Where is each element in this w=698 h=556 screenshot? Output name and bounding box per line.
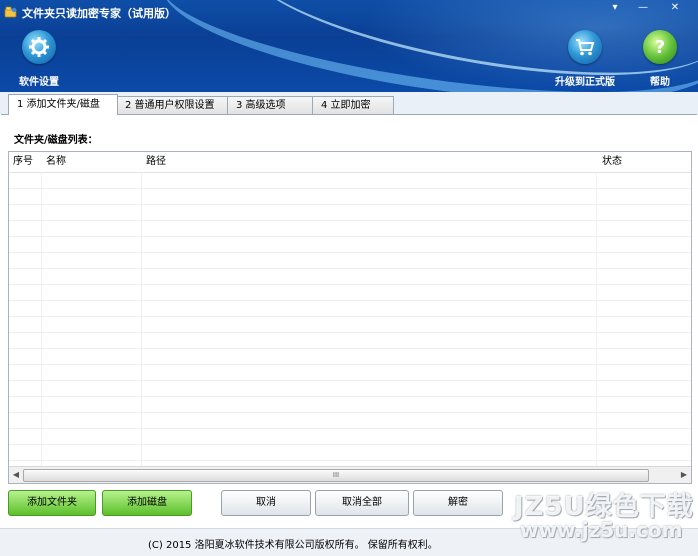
row-separator	[9, 444, 691, 445]
copyright-text: (C) 2015 洛阳夏冰软件技术有限公司版权所有。 保留所有权利。	[148, 540, 438, 551]
row-separator	[9, 380, 691, 381]
scroll-thumb[interactable]: III	[23, 469, 649, 482]
row-separator	[9, 284, 691, 285]
row-separator	[9, 364, 691, 365]
row-separator	[9, 316, 691, 317]
row-separator	[9, 268, 691, 269]
column-divider	[41, 172, 42, 466]
tab-encrypt-now[interactable]: 4 立即加密	[312, 96, 394, 114]
site-watermark: JZ5U绿色下载 www.jz5u.com	[514, 486, 694, 546]
row-separator	[9, 348, 691, 349]
horizontal-scrollbar[interactable]: ◀ III ▶	[9, 466, 691, 483]
column-divider	[141, 172, 142, 466]
row-separator	[9, 252, 691, 253]
table-header: 序号 名称 路径 状态	[9, 152, 691, 173]
row-separator	[9, 220, 691, 221]
decrypt-button[interactable]: 解密	[413, 490, 503, 516]
tab-user-permissions[interactable]: 2 普通用户权限设置	[116, 96, 232, 114]
list-title: 文件夹/磁盘列表：	[14, 135, 98, 146]
shopping-cart-icon	[568, 30, 602, 64]
dropdown-icon[interactable]: ▾	[606, 0, 624, 16]
row-separator	[9, 332, 691, 333]
app-logo-icon	[4, 6, 17, 18]
row-separator	[9, 300, 691, 301]
settings-button[interactable]: 软件设置	[14, 30, 64, 88]
column-header-index[interactable]: 序号	[9, 152, 41, 172]
help-icon: ?	[643, 30, 677, 64]
help-label: 帮助	[650, 77, 670, 88]
upgrade-button[interactable]: 升级到正式版	[552, 30, 618, 88]
row-separator	[9, 396, 691, 397]
add-disk-button[interactable]: 添加磁盘	[102, 490, 192, 516]
gear-icon	[22, 30, 56, 64]
close-button[interactable]: ✕	[658, 0, 692, 16]
row-separator	[9, 460, 691, 461]
column-divider	[596, 172, 597, 466]
tab-add-folder-disk[interactable]: 1 添加文件夹/磁盘	[8, 94, 118, 115]
upgrade-label: 升级到正式版	[555, 77, 615, 88]
cancel-all-button[interactable]: 取消全部	[315, 490, 409, 516]
row-separator	[9, 204, 691, 205]
scroll-right-arrow-icon[interactable]: ▶	[679, 470, 689, 480]
column-header-path[interactable]: 路径	[142, 152, 596, 172]
folder-list-table[interactable]: 序号 名称 路径 状态 ◀ III ▶	[8, 151, 692, 484]
help-button[interactable]: ? 帮助	[642, 30, 678, 88]
minimize-button[interactable]: —	[630, 0, 656, 16]
column-header-status[interactable]: 状态	[598, 152, 691, 172]
row-separator	[9, 412, 691, 413]
window-title: 文件夹只读加密专家（试用版）	[22, 7, 176, 20]
add-folder-button[interactable]: 添加文件夹	[8, 490, 96, 516]
cancel-button[interactable]: 取消	[221, 490, 311, 516]
column-header-name[interactable]: 名称	[42, 152, 141, 172]
row-separator	[9, 236, 691, 237]
row-separator	[9, 188, 691, 189]
watermark-line2: www.jz5u.com	[520, 518, 683, 542]
settings-label: 软件设置	[19, 77, 59, 88]
scroll-left-arrow-icon[interactable]: ◀	[11, 470, 21, 480]
tab-advanced-options[interactable]: 3 高级选项	[227, 96, 313, 114]
row-separator	[9, 428, 691, 429]
